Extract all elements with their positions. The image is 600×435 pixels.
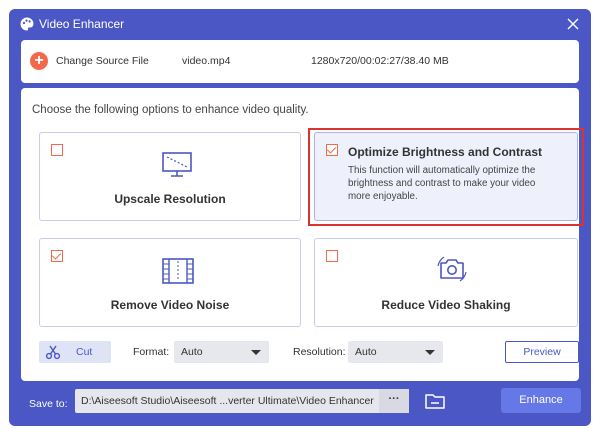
window-title: Video Enhancer: [39, 17, 125, 31]
save-path-text: D:\Aiseesoft Studio\Aiseesoft ...verter …: [81, 395, 374, 407]
scissors-icon: [45, 345, 61, 360]
noise-checkbox[interactable]: [51, 250, 63, 262]
option-upscale-resolution[interactable]: Upscale Resolution: [39, 132, 301, 221]
resolution-value: Auto: [355, 346, 377, 358]
option-optimize-brightness[interactable]: Optimize Brightness and Contrast This fu…: [314, 132, 578, 221]
format-select[interactable]: Auto: [174, 341, 269, 363]
option-remove-video-noise[interactable]: Remove Video Noise: [39, 238, 301, 327]
noise-label: Remove Video Noise: [110, 298, 230, 312]
shaking-label: Reduce Video Shaking: [381, 298, 511, 312]
chevron-down-icon: [425, 350, 435, 355]
source-file-info: 1280x720/00:02:27/38.40 MB: [311, 55, 449, 67]
output-toolbar: Cut Format: Auto Resolution: Auto Previe…: [21, 341, 579, 365]
video-enhancer-window: Video Enhancer + Change Source File vide…: [9, 9, 591, 426]
cut-label: Cut: [76, 346, 93, 358]
folder-icon[interactable]: [425, 393, 445, 409]
monitor-icon: [162, 152, 192, 177]
add-icon[interactable]: +: [30, 52, 48, 70]
film-icon: [162, 258, 194, 284]
resolution-select[interactable]: Auto: [348, 341, 443, 363]
save-path-field[interactable]: D:\Aiseesoft Studio\Aiseesoft ...verter …: [75, 389, 409, 413]
save-to-label: Save to:: [29, 398, 68, 410]
browse-more-button[interactable]: ···: [379, 389, 409, 413]
palette-icon: [20, 17, 34, 31]
upscale-label: Upscale Resolution: [114, 192, 226, 206]
camera-icon: [437, 256, 467, 282]
save-footer: Save to: D:\Aiseesoft Studio\Aiseesoft .…: [21, 386, 581, 422]
options-prompt: Choose the following options to enhance …: [32, 104, 309, 116]
format-label: Format:: [133, 346, 170, 358]
enhance-button[interactable]: Enhance: [501, 388, 581, 413]
chevron-down-icon: [251, 350, 261, 355]
change-source-file-button[interactable]: Change Source File: [56, 55, 149, 67]
format-value: Auto: [181, 346, 203, 358]
close-icon[interactable]: [565, 16, 581, 32]
resolution-label: Resolution:: [293, 346, 346, 358]
preview-button[interactable]: Preview: [505, 341, 579, 363]
upscale-checkbox[interactable]: [51, 144, 63, 156]
brightness-checkbox[interactable]: [326, 144, 338, 156]
title-bar: Video Enhancer: [9, 9, 591, 39]
source-file-name: video.mp4: [182, 55, 231, 67]
brightness-description: This function will automatically optimiz…: [348, 165, 536, 202]
brightness-label: Optimize Brightness and Contrast: [348, 145, 543, 159]
option-reduce-video-shaking[interactable]: Reduce Video Shaking: [314, 238, 578, 327]
shaking-checkbox[interactable]: [326, 250, 338, 262]
cut-button[interactable]: Cut: [39, 341, 111, 363]
source-file-bar: + Change Source File video.mp4 1280x720/…: [21, 40, 579, 83]
options-panel: Choose the following options to enhance …: [21, 88, 584, 381]
